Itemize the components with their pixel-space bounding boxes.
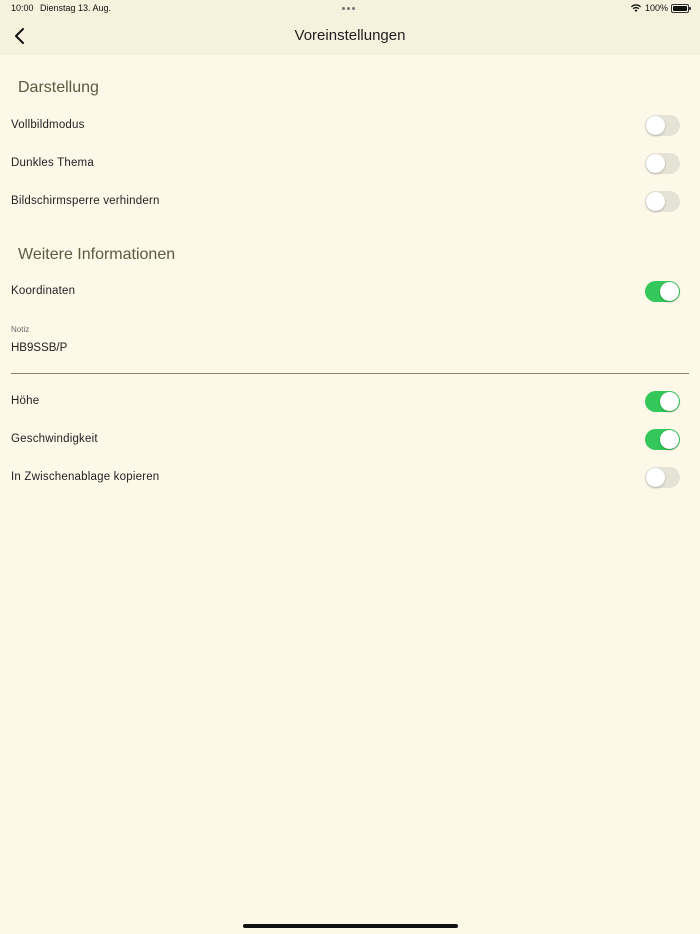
note-field-group: Notiz bbox=[0, 322, 700, 376]
home-indicator[interactable] bbox=[243, 924, 458, 928]
setting-row-dark-theme: Dunkles Thema bbox=[0, 145, 700, 183]
setting-row-prevent-lock: Bildschirmsperre verhindern bbox=[0, 183, 700, 221]
fullscreen-toggle[interactable] bbox=[645, 115, 680, 136]
setting-label: Dunkles Thema bbox=[11, 157, 94, 169]
setting-label: Vollbildmodus bbox=[11, 119, 85, 131]
setting-label: Koordinaten bbox=[11, 285, 76, 297]
copy-to-clipboard-toggle[interactable] bbox=[645, 467, 680, 488]
setting-row-coordinates: Koordinaten bbox=[0, 273, 700, 311]
wifi-icon bbox=[630, 4, 641, 12]
setting-label: In Zwischenablage kopieren bbox=[11, 471, 160, 483]
setting-row-fullscreen: Vollbildmodus bbox=[0, 107, 700, 145]
setting-row-altitude: Höhe bbox=[0, 383, 700, 421]
navigation-bar: Voreinstellungen bbox=[0, 18, 700, 55]
note-input[interactable] bbox=[11, 338, 689, 374]
section-title-display: Darstellung bbox=[18, 79, 99, 96]
setting-label: Höhe bbox=[11, 395, 40, 407]
status-right: 100% bbox=[630, 3, 691, 13]
section-title-info: Weitere Informationen bbox=[18, 246, 176, 263]
settings-screen: 10:00 Dienstag 13. Aug. 100% Voreinstell… bbox=[0, 0, 700, 934]
page-title: Voreinstellungen bbox=[294, 27, 406, 44]
battery-percent: 100% bbox=[644, 3, 668, 13]
altitude-toggle[interactable] bbox=[645, 391, 680, 412]
status-date: Dienstag 13. Aug. bbox=[40, 3, 112, 13]
setting-row-copy-clipboard: In Zwischenablage kopieren bbox=[0, 459, 700, 497]
coordinates-toggle[interactable] bbox=[645, 281, 680, 302]
setting-label: Geschwindigkeit bbox=[11, 433, 98, 445]
speed-toggle[interactable] bbox=[645, 429, 680, 450]
multitasking-dots-icon[interactable] bbox=[342, 7, 355, 10]
status-time: 10:00 bbox=[11, 3, 34, 13]
status-bar: 10:00 Dienstag 13. Aug. 100% bbox=[0, 0, 700, 18]
battery-icon bbox=[671, 3, 691, 13]
prevent-screen-lock-toggle[interactable] bbox=[645, 191, 680, 212]
setting-row-speed: Geschwindigkeit bbox=[0, 421, 700, 459]
note-label: Notiz bbox=[11, 325, 30, 334]
setting-label: Bildschirmsperre verhindern bbox=[11, 195, 160, 207]
dark-theme-toggle[interactable] bbox=[645, 153, 680, 174]
